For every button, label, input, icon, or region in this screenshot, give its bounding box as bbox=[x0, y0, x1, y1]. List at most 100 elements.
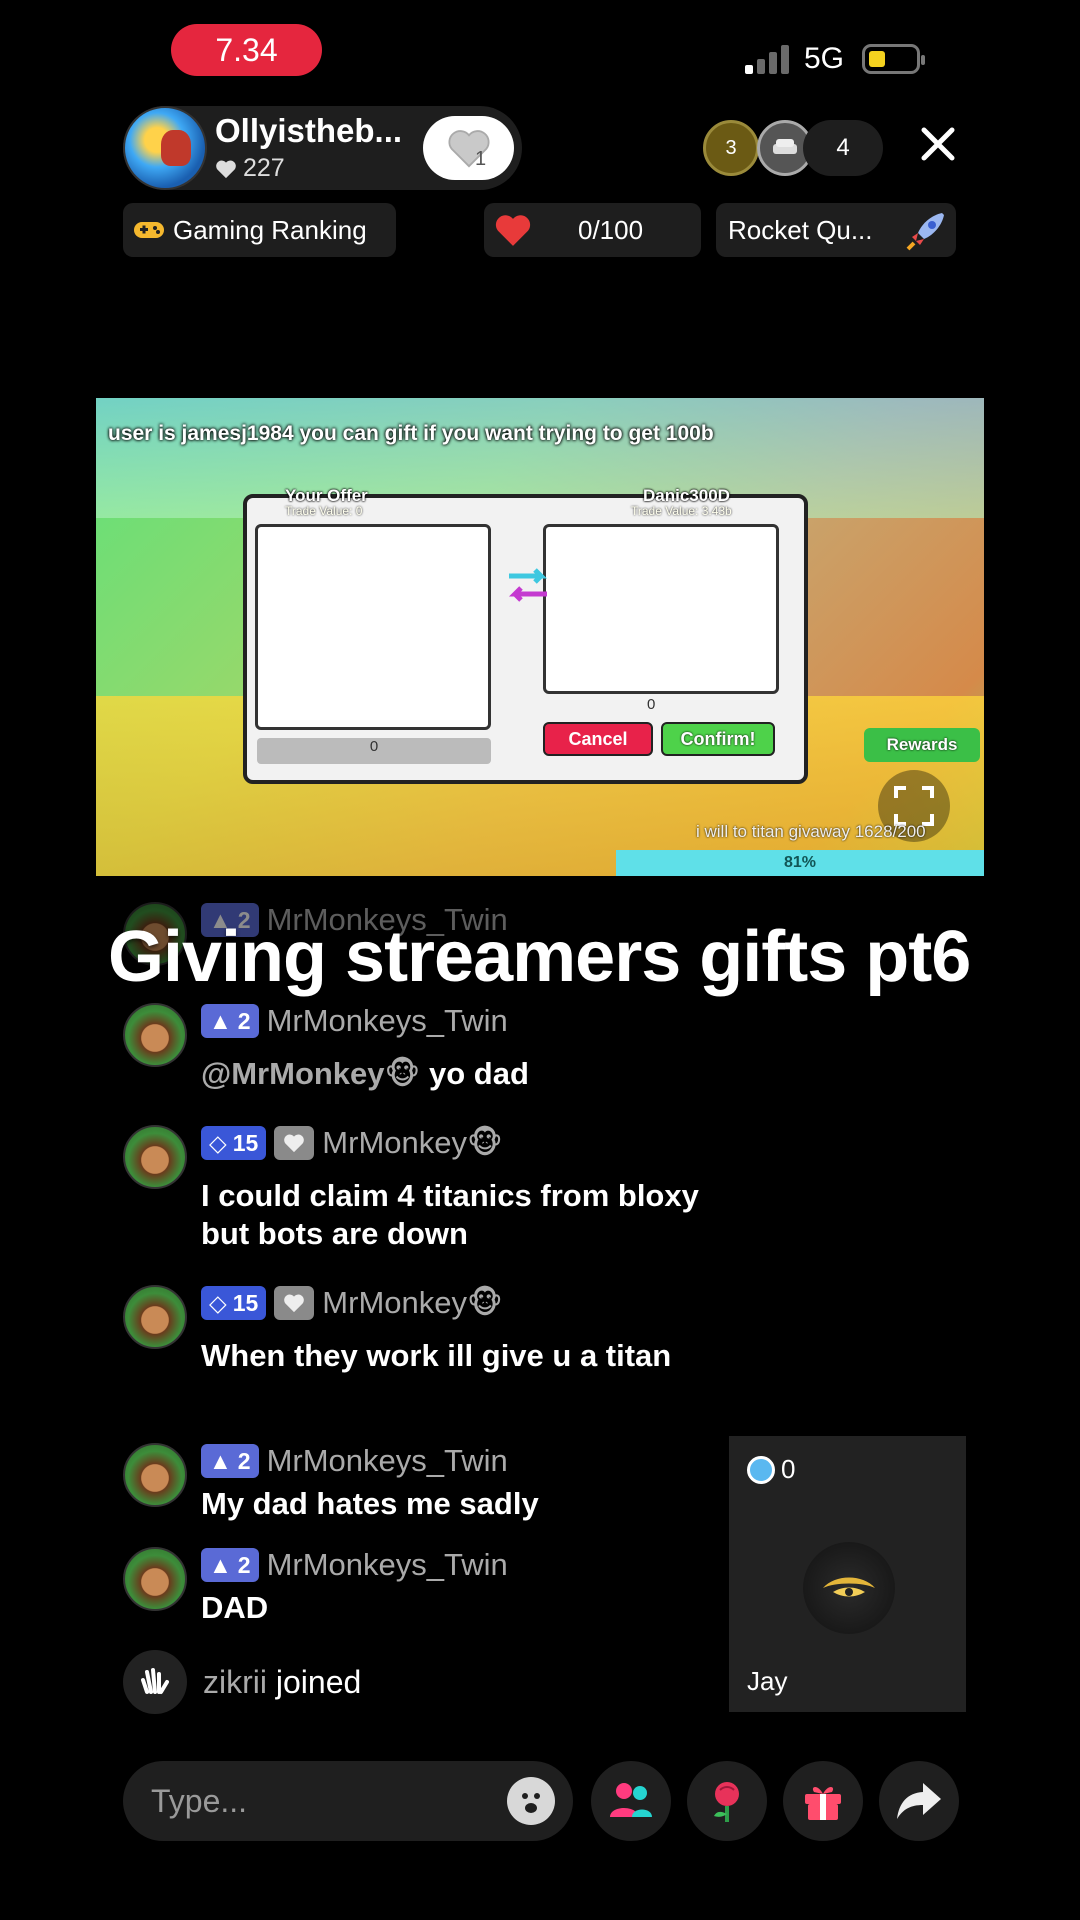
avatar[interactable] bbox=[123, 1547, 187, 1611]
join-text: zikrii joined bbox=[203, 1664, 361, 1701]
chat-header: ▲ 2 MrMonkeys_Twin bbox=[201, 1547, 508, 1583]
level-number: 15 bbox=[232, 1129, 259, 1156]
gaming-ranking-label: Gaming Ranking bbox=[173, 214, 367, 245]
join-notification: zikrii joined bbox=[123, 1650, 361, 1714]
their-value: 0 bbox=[647, 696, 656, 713]
host-name[interactable]: Ollyistheb... bbox=[215, 112, 402, 150]
chat-body: DAD bbox=[201, 1590, 269, 1625]
chat-username[interactable]: MrMonkeys_Twin bbox=[267, 1003, 508, 1039]
level-number: 2 bbox=[237, 1447, 251, 1474]
comment-placeholder: Type... bbox=[151, 1783, 248, 1819]
mention[interactable]: @MrMonkey🐵 bbox=[201, 1056, 420, 1091]
signal-icon bbox=[745, 44, 791, 74]
gift-icon bbox=[805, 1787, 841, 1820]
diamond-icon: ◇ bbox=[209, 1289, 227, 1316]
trade-window: Your Offer Trade Value: 0 Danic300D Trad… bbox=[243, 486, 808, 784]
coin-icon bbox=[747, 1455, 775, 1484]
host-likes: 227 bbox=[215, 154, 285, 183]
stream-banner: user is jamesj1984 you can gift if you w… bbox=[108, 422, 714, 445]
wave-hand-icon bbox=[123, 1650, 187, 1714]
avatar[interactable] bbox=[123, 1285, 187, 1349]
heart-badge-icon bbox=[274, 1286, 315, 1320]
joined-label: joined bbox=[266, 1663, 362, 1700]
swap-arrows-icon bbox=[508, 568, 548, 602]
trade-confirm-button: Confirm! bbox=[661, 722, 775, 756]
chat-body: yo dad bbox=[420, 1056, 529, 1091]
status-time: 7.34 bbox=[171, 24, 322, 76]
trade-cancel-button: Cancel bbox=[543, 722, 653, 756]
giveaway-progress: 81% bbox=[616, 850, 984, 876]
chat-text: @MrMonkey🐵 yo dad bbox=[201, 1055, 721, 1093]
follow-button[interactable]: 1 bbox=[423, 116, 514, 180]
video-caption-title: Giving streamers gifts pt6 bbox=[108, 917, 971, 997]
rose-icon bbox=[714, 1782, 739, 1822]
multi-guest-button[interactable] bbox=[591, 1761, 671, 1841]
other-trade-value: Trade Value: 3.43b bbox=[631, 504, 732, 518]
joined-username[interactable]: zikrii bbox=[203, 1664, 267, 1700]
chat-header: ◇ 15 MrMonkey🐵 bbox=[201, 1285, 503, 1321]
triangle-icon: ▲ bbox=[209, 1447, 232, 1474]
host-likes-count: 227 bbox=[243, 154, 285, 182]
heart-badge-icon bbox=[274, 1126, 315, 1160]
avatar[interactable] bbox=[123, 1125, 187, 1189]
top-viewer-badge[interactable]: 3 bbox=[703, 120, 759, 176]
comment-input[interactable]: Type... bbox=[123, 1761, 573, 1841]
heart-icon bbox=[216, 160, 236, 178]
close-icon[interactable] bbox=[916, 122, 960, 166]
chat-header: ▲ 2 MrMonkeys_Twin bbox=[201, 1003, 508, 1039]
rewards-label: Rewards bbox=[864, 728, 980, 762]
chat-body: When they work ill give u a titan bbox=[201, 1338, 672, 1373]
chat-username[interactable]: MrMonkeys_Twin bbox=[267, 1443, 508, 1479]
rose-gift-button[interactable] bbox=[687, 1761, 767, 1841]
gift-button[interactable] bbox=[783, 1761, 863, 1841]
chat-header: ◇ 15 MrMonkey🐵 bbox=[201, 1125, 503, 1161]
level-badge: ▲ 2 bbox=[201, 1548, 259, 1582]
rocket-quest-label: Rocket Qu... bbox=[728, 214, 873, 245]
gaming-ranking-chip[interactable]: Gaming Ranking bbox=[123, 203, 396, 257]
host-avatar[interactable] bbox=[123, 106, 207, 190]
gamepad-icon bbox=[134, 222, 164, 238]
gift-emblem-icon bbox=[803, 1542, 895, 1634]
share-arrow-icon bbox=[897, 1783, 941, 1819]
gift-count: 0 bbox=[747, 1454, 795, 1485]
gift-goal-value: 0/100 bbox=[578, 215, 644, 245]
level-badge: ◇ 15 bbox=[201, 1286, 267, 1320]
stream-video[interactable]: user is jamesj1984 you can gift if you w… bbox=[96, 398, 984, 876]
network-type: 5G bbox=[804, 42, 845, 75]
chat-body: My dad hates me sadly bbox=[201, 1486, 539, 1521]
chat-header: ▲ 2 MrMonkeys_Twin bbox=[201, 1443, 508, 1479]
chat-username[interactable]: MrMonkeys_Twin bbox=[267, 1547, 508, 1583]
chat-username[interactable]: MrMonkey🐵 bbox=[322, 1125, 503, 1161]
gift-count-value: 0 bbox=[781, 1454, 796, 1484]
level-number: 2 bbox=[237, 1551, 251, 1578]
your-offer-label: Your Offer bbox=[285, 486, 368, 505]
level-badge: ▲ 2 bbox=[201, 1444, 259, 1478]
people-icon bbox=[610, 1783, 652, 1817]
gift-card[interactable]: 0 Jay bbox=[729, 1436, 966, 1712]
avatar[interactable] bbox=[123, 1003, 187, 1067]
rocket-quest-chip[interactable]: Rocket Qu... bbox=[716, 203, 956, 257]
follow-count: 1 bbox=[475, 148, 487, 170]
avatar[interactable] bbox=[123, 1443, 187, 1507]
level-number: 15 bbox=[232, 1289, 259, 1316]
chat-username[interactable]: MrMonkey🐵 bbox=[322, 1285, 503, 1321]
giveaway-text: i will to titan givaway 1628/200 bbox=[696, 822, 926, 841]
level-number: 2 bbox=[237, 1007, 251, 1034]
chat-body: I could claim 4 titanics from bloxy but … bbox=[201, 1178, 699, 1251]
your-value-bar: 0 bbox=[257, 738, 491, 764]
your-offer-box bbox=[255, 524, 491, 730]
diamond-icon: ◇ bbox=[209, 1129, 227, 1156]
viewer-count[interactable]: 4 bbox=[803, 120, 883, 176]
battery-icon bbox=[862, 44, 925, 74]
emoji-icon[interactable] bbox=[507, 1777, 555, 1825]
triangle-icon: ▲ bbox=[209, 1551, 232, 1578]
red-heart-icon bbox=[495, 215, 531, 246]
rocket-icon bbox=[906, 213, 944, 251]
their-offer-box bbox=[543, 524, 779, 694]
other-player-name: Danic300D bbox=[643, 486, 730, 505]
your-trade-value: Trade Value: 0 bbox=[285, 504, 363, 518]
level-badge: ▲ 2 bbox=[201, 1004, 259, 1038]
gift-goal-chip[interactable]: 0/100 bbox=[484, 203, 701, 257]
share-button[interactable] bbox=[879, 1761, 959, 1841]
level-badge: ◇ 15 bbox=[201, 1126, 267, 1160]
